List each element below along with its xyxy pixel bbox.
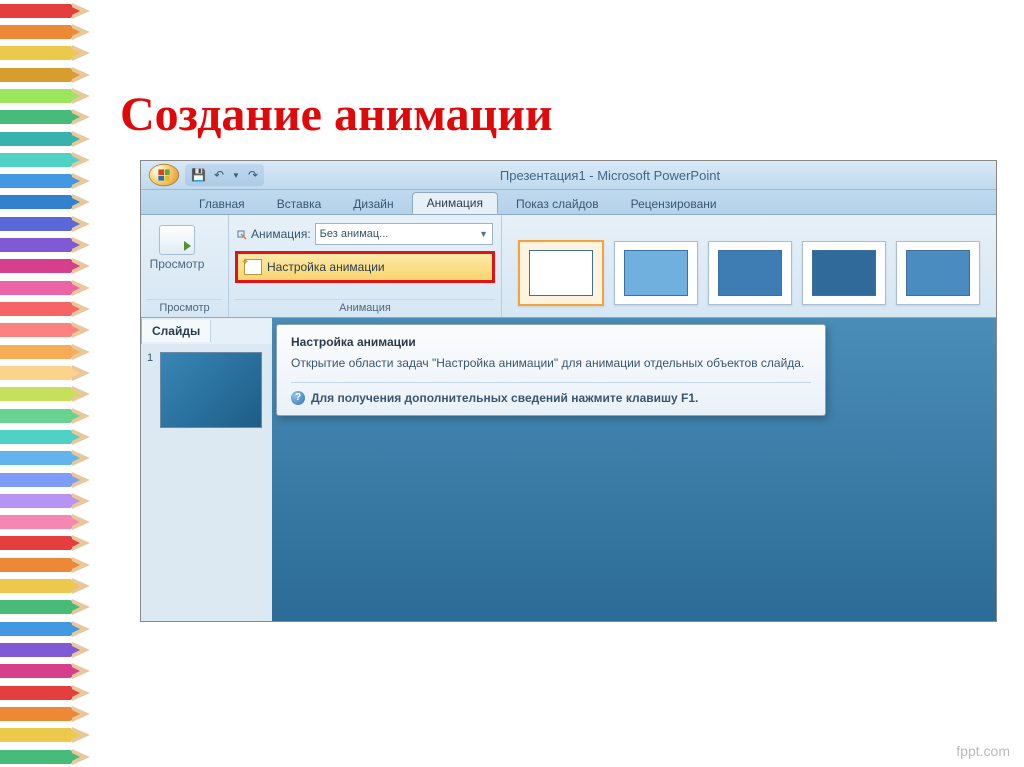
ribbon-group-preview-label: Просмотр: [147, 299, 222, 317]
transition-gallery-item[interactable]: [708, 241, 792, 305]
ribbon-group-transitions: [502, 215, 996, 317]
ribbon-group-animation-label: Анимация: [235, 299, 495, 317]
custom-animation-label: Настройка анимации: [267, 260, 385, 274]
document-area: Слайды 1 Настройка анимации Открытие обл…: [141, 318, 996, 622]
powerpoint-screenshot: 💾 ↶ ▼ ↷ Презентация1 - Microsoft PowerPo…: [140, 160, 997, 622]
slide-thumbnails-panel: 1: [141, 344, 284, 622]
tab-slideshow[interactable]: Показ слайдов: [502, 194, 613, 214]
watermark: fppt.com: [956, 743, 1010, 759]
tab-animation[interactable]: Анимация: [412, 192, 498, 214]
slides-tab[interactable]: Слайды: [142, 320, 211, 342]
undo-icon[interactable]: ↶: [214, 168, 224, 182]
tab-insert[interactable]: Вставка: [263, 194, 336, 214]
ribbon-tabs: Главная Вставка Дизайн Анимация Показ сл…: [141, 190, 996, 215]
ribbon-group-animation: Анимация: Без анимац... ▼ Настройка аним…: [229, 215, 502, 317]
help-icon: ?: [291, 391, 305, 405]
transition-gallery-item[interactable]: [896, 241, 980, 305]
animation-dropdown-value: Без анимац...: [320, 228, 389, 240]
transition-gallery: [508, 219, 990, 317]
quick-access-toolbar: 💾 ↶ ▼ ↷: [185, 164, 264, 186]
chevron-down-icon[interactable]: ▼: [232, 171, 240, 180]
save-icon[interactable]: 💾: [191, 168, 206, 182]
tooltip-body: Открытие области задач "Настройка анимац…: [291, 355, 811, 372]
chevron-down-icon: ▼: [479, 229, 488, 239]
tab-design[interactable]: Дизайн: [339, 194, 407, 214]
animation-dropdown-label: Анимация:: [251, 227, 311, 241]
preview-icon: [159, 225, 195, 255]
redo-icon[interactable]: ↷: [248, 168, 258, 182]
custom-animation-icon: [244, 259, 262, 275]
ribbon: Просмотр Просмотр Анимация: Без анимац..…: [141, 215, 996, 318]
window-title: Презентация1 - Microsoft PowerPoint: [264, 168, 996, 183]
transition-gallery-item[interactable]: [614, 241, 698, 305]
tab-home[interactable]: Главная: [185, 194, 259, 214]
title-bar: 💾 ↶ ▼ ↷ Презентация1 - Microsoft PowerPo…: [141, 161, 996, 190]
tooltip-title: Настройка анимации: [291, 335, 811, 349]
transition-gallery-item[interactable]: [802, 241, 886, 305]
office-button[interactable]: [149, 164, 179, 186]
transition-gallery-item[interactable]: [518, 240, 604, 306]
office-logo-icon: [158, 169, 169, 180]
page-title: Создание анимации: [120, 87, 553, 142]
preview-button-label: Просмотр: [150, 257, 205, 271]
custom-animation-button[interactable]: Настройка анимации: [235, 251, 495, 283]
decorative-pencil-border: [0, 0, 90, 767]
tooltip: Настройка анимации Открытие области зада…: [276, 324, 826, 416]
slides-outline-tabs: Слайды: [141, 318, 273, 345]
ribbon-group-preview: Просмотр Просмотр: [141, 215, 229, 317]
tooltip-help: ? Для получения дополнительных сведений …: [291, 391, 811, 405]
tooltip-help-text: Для получения дополнительных сведений на…: [311, 391, 698, 405]
slide-thumbnail[interactable]: [160, 352, 262, 428]
slide-number: 1: [147, 352, 153, 364]
animate-mini-icon: [237, 229, 247, 239]
tab-review[interactable]: Рецензировани: [617, 194, 731, 214]
preview-button[interactable]: Просмотр: [147, 219, 207, 271]
animation-dropdown[interactable]: Без анимац... ▼: [315, 223, 493, 245]
